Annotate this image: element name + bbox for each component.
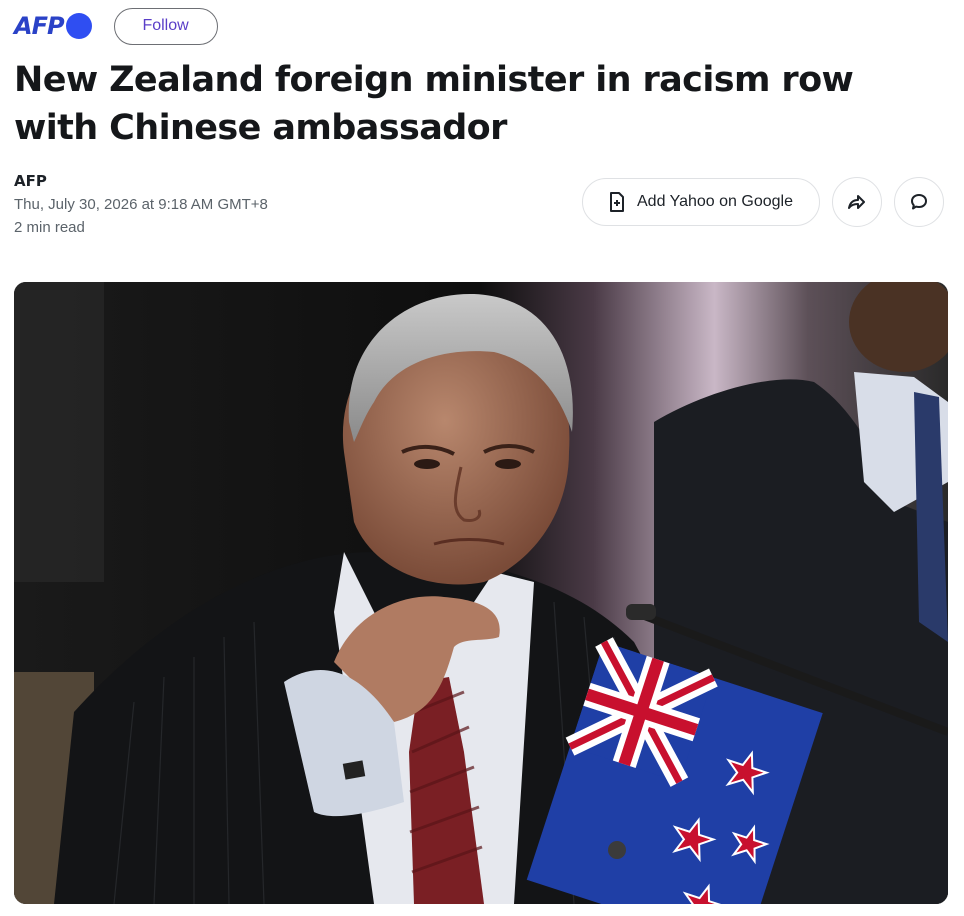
author-name[interactable]: AFP (14, 172, 268, 190)
publisher-header: AFP Follow (14, 6, 218, 46)
article-actions: Add Yahoo on Google (582, 177, 944, 227)
add-google-label: Add Yahoo on Google (637, 193, 793, 210)
hero-image[interactable] (14, 282, 948, 904)
article-headline: New Zealand foreign minister in racism r… (14, 60, 854, 148)
byline: AFP Thu, July 30, 2026 at 9:18 AM GMT+8 … (14, 172, 268, 242)
publish-timestamp: Thu, July 30, 2026 at 9:18 AM GMT+8 (14, 196, 268, 213)
share-button[interactable] (832, 177, 882, 227)
comment-button[interactable] (894, 177, 944, 227)
afp-logo[interactable]: AFP (14, 12, 92, 40)
follow-button[interactable]: Follow (113, 7, 218, 45)
document-plus-icon (610, 192, 624, 212)
read-time: 2 min read (14, 219, 85, 236)
share-arrow-icon (848, 195, 865, 209)
hero-photo (14, 282, 948, 904)
add-yahoo-on-google-button[interactable]: Add Yahoo on Google (582, 178, 820, 226)
logo-text: AFP (14, 12, 65, 40)
logo-dot-icon (65, 13, 92, 39)
comment-bubble-icon (911, 194, 927, 210)
